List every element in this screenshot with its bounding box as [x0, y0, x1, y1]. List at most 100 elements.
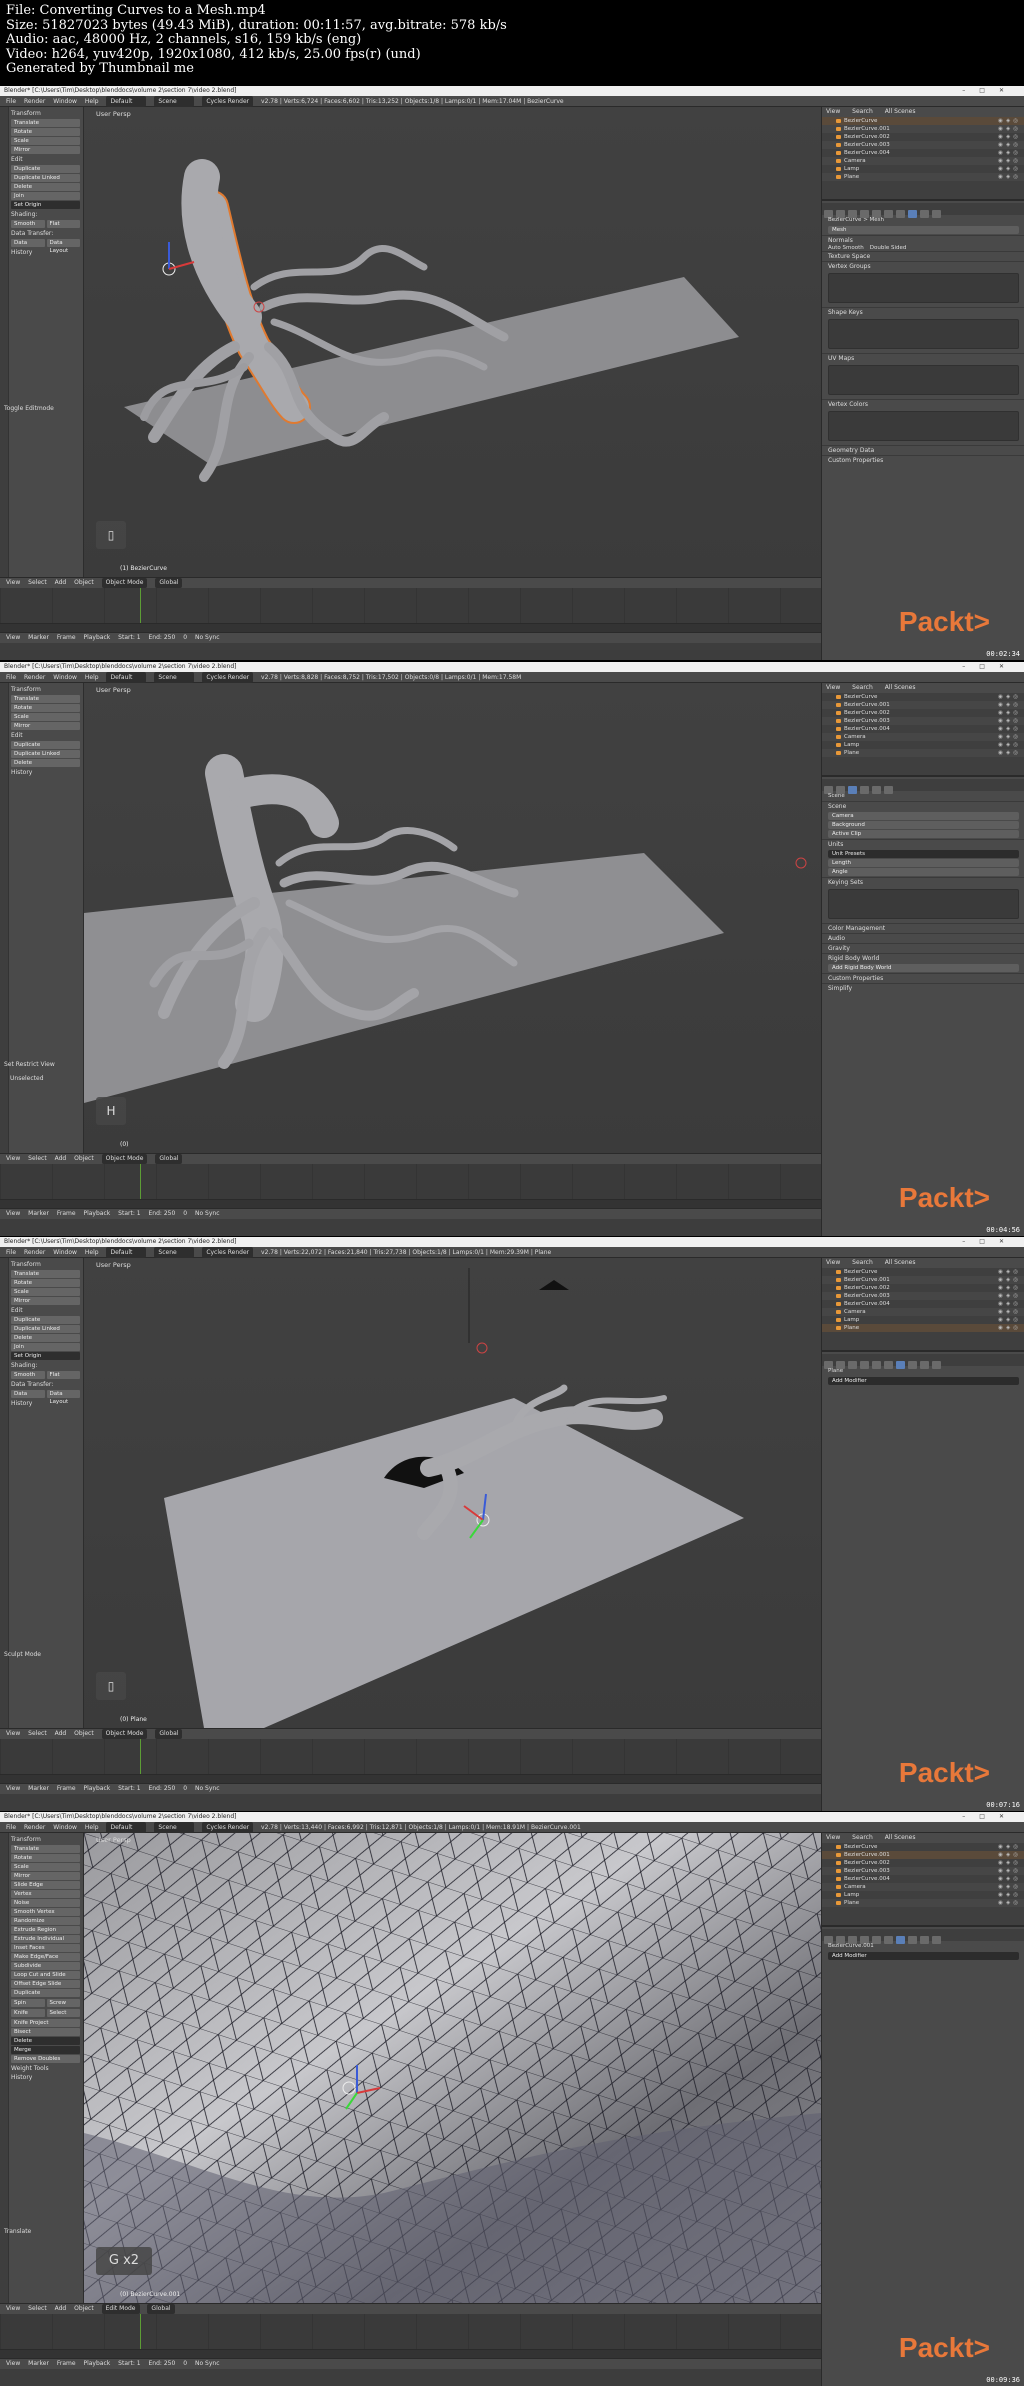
outliner-item[interactable]: BezierCurve.004 ◉◈◎	[822, 1875, 1024, 1883]
add-modifier-dropdown[interactable]: Add Modifier	[828, 1952, 1019, 1960]
orientation-selector[interactable]: Global	[147, 2304, 175, 2314]
render-engine-selector[interactable]: Cycles Render	[202, 1822, 254, 1833]
delete-button[interactable]: Delete	[11, 183, 80, 191]
3d-viewport[interactable]: User Persp H (0)	[84, 683, 821, 1153]
visibility-icons[interactable]: ◉◈◎	[998, 1268, 1021, 1276]
orientation-selector[interactable]: Global	[155, 1729, 183, 1739]
delete-button[interactable]: Delete	[11, 1334, 80, 1342]
tl-menu-frame[interactable]: Frame	[57, 2359, 76, 2369]
visibility-icons[interactable]: ◉◈◎	[998, 1324, 1021, 1332]
visibility-icons[interactable]: ◉◈◎	[998, 133, 1021, 141]
rigid-body-world-panel[interactable]: Rigid Body World	[822, 953, 1024, 963]
timeline-ruler[interactable]	[0, 1164, 821, 1199]
vp-menu-view[interactable]: View	[6, 2304, 20, 2314]
tl-menu-marker[interactable]: Marker	[28, 2359, 49, 2369]
start-frame-field[interactable]: Start: 1	[118, 1784, 140, 1794]
rotate-button[interactable]: Rotate	[11, 704, 80, 712]
subdivide-button[interactable]: Subdivide	[11, 1962, 80, 1970]
outliner-item[interactable]: Lamp ◉◈◎	[822, 1891, 1024, 1899]
layout-selector[interactable]: Default	[106, 672, 147, 683]
geometry-data-panel[interactable]: Geometry Data	[822, 445, 1024, 455]
render-engine-selector[interactable]: Cycles Render	[202, 672, 254, 683]
length-field[interactable]: Length	[828, 859, 1019, 867]
tl-menu-view[interactable]: View	[6, 2359, 20, 2369]
vp-menu-add[interactable]: Add	[55, 1729, 67, 1739]
visibility-icons[interactable]: ◉◈◎	[998, 733, 1021, 741]
duplicate-linked-button[interactable]: Duplicate Linked	[11, 174, 80, 182]
menu-file[interactable]: File	[6, 1822, 16, 1833]
outliner-item[interactable]: BezierCurve.004 ◉◈◎	[822, 149, 1024, 157]
tl-menu-playback[interactable]: Playback	[83, 2359, 110, 2369]
flat-button[interactable]: Flat	[46, 220, 80, 228]
vertex-colors-panel[interactable]: Vertex Colors	[822, 399, 1024, 409]
translate-button[interactable]: Translate	[11, 1845, 80, 1853]
layout-selector[interactable]: Default	[106, 1247, 147, 1258]
vp-menu-add[interactable]: Add	[55, 2304, 67, 2314]
outliner-item[interactable]: BezierCurve ◉◈◎	[822, 1268, 1024, 1276]
visibility-icons[interactable]: ◉◈◎	[998, 173, 1021, 181]
mirror-button[interactable]: Mirror	[11, 722, 80, 730]
outliner-item[interactable]: BezierCurve.002 ◉◈◎	[822, 133, 1024, 141]
end-frame-field[interactable]: End: 250	[149, 2359, 176, 2369]
keying-sets-panel[interactable]: Keying Sets	[822, 877, 1024, 887]
scene-selector[interactable]: Scene	[154, 96, 195, 107]
window-controls[interactable]: –□✕	[962, 1812, 1018, 1822]
set-origin-dropdown[interactable]: Set Origin	[11, 201, 80, 209]
spin-button[interactable]: Spin	[11, 1999, 45, 2007]
menu-render[interactable]: Render	[24, 96, 45, 107]
outliner-item[interactable]: BezierCurve.003 ◉◈◎	[822, 1292, 1024, 1300]
shape-keys-panel[interactable]: Shape Keys	[822, 307, 1024, 317]
unselected-checkbox[interactable]: Unselected	[10, 1075, 44, 1082]
vp-menu-object[interactable]: Object	[74, 1729, 94, 1739]
timeline-cursor[interactable]	[140, 1739, 141, 1774]
outliner-search-menu[interactable]: Search	[852, 1259, 873, 1266]
outliner-item[interactable]: Lamp ◉◈◎	[822, 165, 1024, 173]
tl-menu-playback[interactable]: Playback	[83, 633, 110, 643]
vp-menu-view[interactable]: View	[6, 1154, 20, 1164]
menu-window[interactable]: Window	[53, 1822, 77, 1833]
menu-window[interactable]: Window	[53, 96, 77, 107]
outliner-item[interactable]: Lamp ◉◈◎	[822, 1316, 1024, 1324]
visibility-icons[interactable]: ◉◈◎	[998, 709, 1021, 717]
history-header[interactable]: History	[11, 2073, 80, 2082]
operator-panel-title[interactable]: Translate	[4, 2228, 31, 2235]
timeline-scrollbar[interactable]	[0, 2349, 821, 2358]
data-button[interactable]: Data	[11, 1390, 45, 1398]
3d-viewport[interactable]: User Persp ▯ (0) Plane	[84, 1258, 821, 1728]
visibility-icons[interactable]: ◉◈◎	[998, 125, 1021, 133]
operator-panel-title[interactable]: Toggle Editmode	[4, 405, 54, 412]
vp-menu-select[interactable]: Select	[28, 2304, 47, 2314]
visibility-icons[interactable]: ◉◈◎	[998, 1316, 1021, 1324]
outliner-item[interactable]: BezierCurve.003 ◉◈◎	[822, 141, 1024, 149]
outliner-item[interactable]: BezierCurve.002 ◉◈◎	[822, 1284, 1024, 1292]
duplicate-linked-button[interactable]: Duplicate Linked	[11, 1325, 80, 1333]
vp-menu-select[interactable]: Select	[28, 1154, 47, 1164]
outliner-item[interactable]: BezierCurve.004 ◉◈◎	[822, 725, 1024, 733]
angle-field[interactable]: Angle	[828, 868, 1019, 876]
data-button[interactable]: Data	[11, 239, 45, 247]
end-frame-field[interactable]: End: 250	[149, 1209, 176, 1219]
visibility-icons[interactable]: ◉◈◎	[998, 1292, 1021, 1300]
outliner-search-menu[interactable]: Search	[852, 108, 873, 115]
smooth-button[interactable]: Smooth	[11, 1371, 45, 1379]
tl-menu-frame[interactable]: Frame	[57, 1209, 76, 1219]
window-controls[interactable]: –□✕	[962, 662, 1018, 672]
duplicate-button[interactable]: Duplicate	[11, 165, 80, 173]
inset-faces-button[interactable]: Inset Faces	[11, 1944, 80, 1952]
operator-panel-title[interactable]: Set Restrict View	[4, 1061, 55, 1068]
outliner-item[interactable]: BezierCurve.003 ◉◈◎	[822, 1867, 1024, 1875]
outliner-item[interactable]: BezierCurve ◉◈◎	[822, 117, 1024, 125]
outliner-item[interactable]: Lamp ◉◈◎	[822, 741, 1024, 749]
camera-field[interactable]: Camera	[828, 812, 1019, 820]
custom-properties-panel[interactable]: Custom Properties	[822, 455, 1024, 465]
outliner-item[interactable]: BezierCurve.001 ◉◈◎	[822, 1851, 1024, 1859]
noise-button[interactable]: Noise	[11, 1899, 80, 1907]
visibility-icons[interactable]: ◉◈◎	[998, 1867, 1021, 1875]
auto-smooth-checkbox[interactable]: Auto Smooth	[828, 245, 864, 251]
mode-selector[interactable]: Object Mode	[101, 1154, 148, 1164]
visibility-icons[interactable]: ◉◈◎	[998, 701, 1021, 709]
window-controls[interactable]: –□✕	[962, 1237, 1018, 1247]
current-frame-field[interactable]: 0	[183, 1784, 187, 1794]
properties-tabs[interactable]	[822, 779, 1024, 794]
outliner-item[interactable]: Camera ◉◈◎	[822, 157, 1024, 165]
